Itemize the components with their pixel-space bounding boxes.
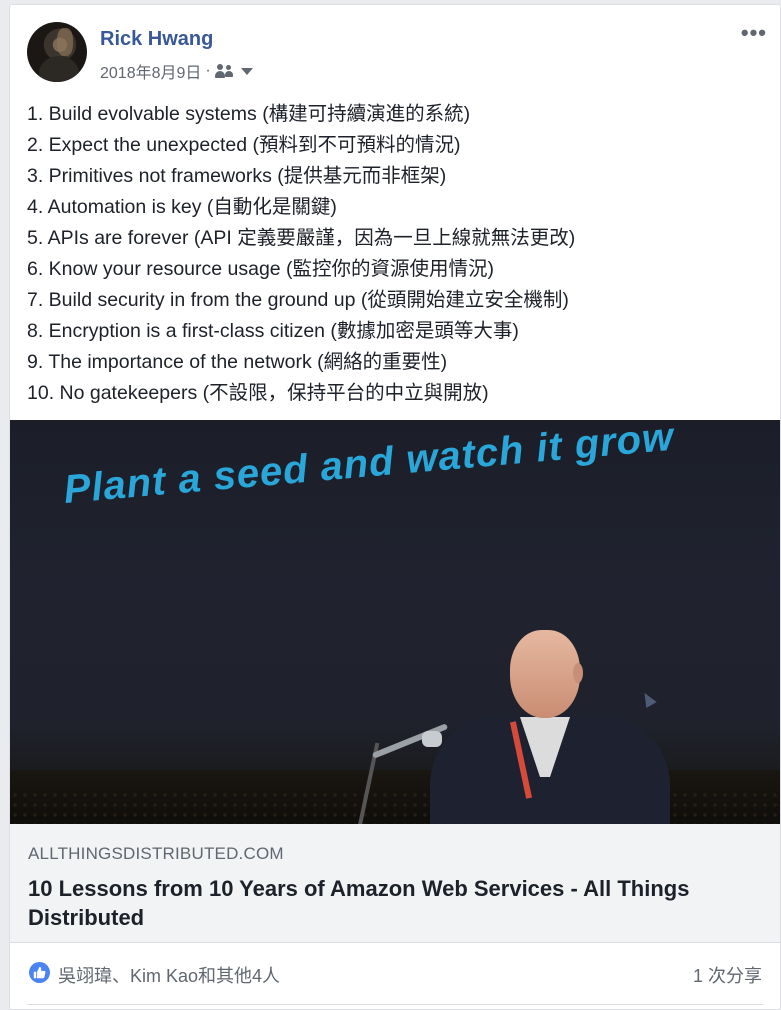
post-line-7: 7. Build security in from the ground up …: [27, 289, 569, 311]
post-line-8: 8. Encryption is a first-class citizen (…: [27, 320, 519, 342]
like-icon[interactable]: [29, 962, 50, 983]
post-line-10: 10. No gatekeepers (不設限，保持平台的中立與開放): [27, 382, 489, 404]
post-line-9: 9. The importance of the network (網絡的重要性…: [27, 351, 448, 373]
link-preview[interactable]: Plant a seed and watch it grow ALLTHINGS…: [10, 420, 780, 943]
post-header: Rick Hwang 2018年8月9日 · •••: [27, 22, 767, 86]
post-line-2: 2. Expect the unexpected (預料到不可預料的情況): [27, 134, 461, 156]
link-preview-image[interactable]: Plant a seed and watch it grow: [10, 420, 780, 824]
more-horizontal-icon[interactable]: •••: [741, 22, 767, 44]
post-line-3: 3. Primitives not frameworks (提供基元而非框架): [27, 165, 447, 187]
post-line-4: 4. Automation is key (自動化是關鍵): [27, 196, 337, 218]
post-line-1: 1. Build evolvable systems (構建可持續演進的系統): [27, 103, 471, 125]
avatar-shoulder: [39, 56, 79, 82]
author-avatar[interactable]: [27, 22, 87, 82]
microphone-head: [422, 731, 442, 747]
author-name[interactable]: Rick Hwang: [100, 28, 213, 51]
post-body: 1. Build evolvable systems (構建可持續演進的系統) …: [27, 99, 767, 409]
link-preview-info[interactable]: ALLTHINGSDISTRIBUTED.COM 10 Lessons from…: [10, 824, 780, 943]
audience-dropdown-icon[interactable]: [240, 67, 253, 75]
friends-icon[interactable]: [214, 64, 235, 78]
slide-caption: Plant a seed and watch it grow: [62, 420, 678, 512]
footer-divider: [27, 1004, 763, 1005]
avatar-highlight: [57, 28, 73, 56]
link-title[interactable]: 10 Lessons from 10 Years of Amazon Web S…: [28, 874, 758, 932]
post-footer: 吳翊瑋、Kim Kao和其他4人 1 次分享: [10, 942, 780, 1009]
post-card: Rick Hwang 2018年8月9日 · ••• 1. Build evol…: [9, 4, 781, 1010]
post-line-5: 5. APIs are forever (API 定義要嚴謹，因為一旦上線就無法…: [27, 227, 576, 249]
post-line-6: 6. Know your resource usage (監控你的資源使用情況): [27, 258, 495, 280]
reactors-summary[interactable]: 吳翊瑋、Kim Kao和其他4人: [58, 962, 280, 988]
link-domain: ALLTHINGSDISTRIBUTED.COM: [28, 844, 284, 863]
share-count[interactable]: 1 次分享: [693, 962, 762, 988]
meta-separator: ·: [205, 62, 211, 79]
slide-text: Plant a seed and watch it grow: [60, 420, 780, 525]
speaker-figure: [430, 625, 670, 824]
post-meta: 2018年8月9日 ·: [100, 59, 253, 83]
post-date[interactable]: 2018年8月9日: [100, 59, 201, 83]
